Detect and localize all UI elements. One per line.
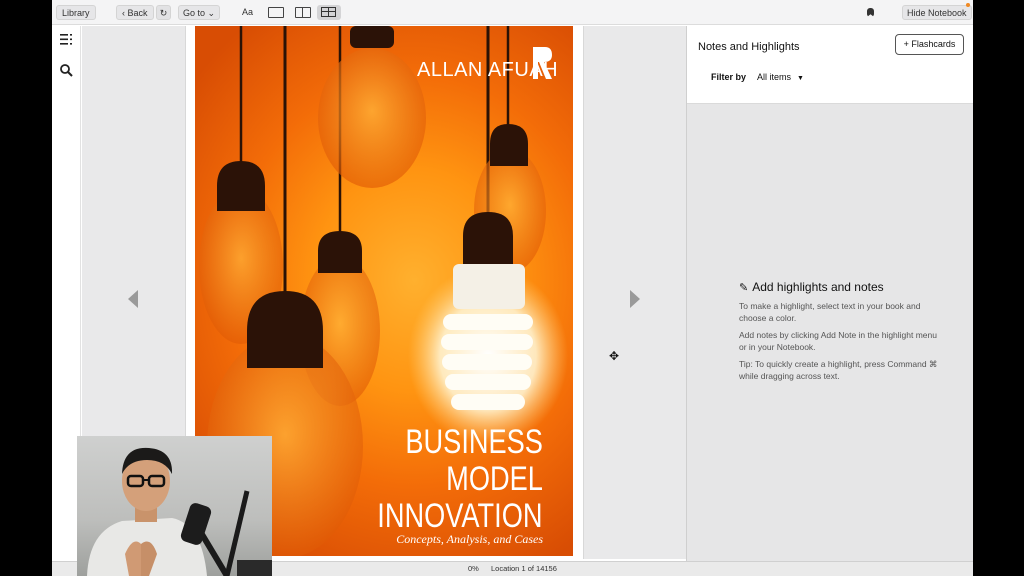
reading-progress: 0% bbox=[468, 564, 479, 573]
pencil-icon: ✎ bbox=[739, 282, 749, 294]
font-settings-button[interactable]: Aa bbox=[242, 5, 253, 20]
filter-dropdown[interactable]: All items ▼ bbox=[757, 72, 804, 82]
notification-dot bbox=[966, 3, 970, 7]
chevron-down-icon: ⌄ bbox=[205, 8, 216, 18]
table-of-contents-icon[interactable] bbox=[60, 34, 73, 47]
location-indicator: Location 1 of 14156 bbox=[491, 564, 557, 573]
bookmark-icon[interactable] bbox=[867, 8, 874, 17]
chevron-down-icon: ▼ bbox=[797, 75, 804, 82]
notebook-title: Notes and Highlights bbox=[698, 41, 800, 53]
previous-page-icon[interactable] bbox=[128, 290, 138, 308]
presenter-video bbox=[87, 447, 272, 576]
flashcards-button[interactable]: + Flashcards bbox=[895, 34, 964, 55]
sync-icon[interactable]: ↻ bbox=[156, 5, 171, 20]
search-icon[interactable] bbox=[60, 64, 73, 79]
goto-label: Go to bbox=[183, 8, 206, 18]
empty-state-title: Add highlights and notes bbox=[752, 280, 884, 294]
toolbar: Library ‹ Back ↻ Go to ⌄ Aa Hide Noteboo… bbox=[52, 0, 973, 25]
grid-layout-icon bbox=[321, 7, 336, 17]
empty-notes-message: ✎ Add highlights and notes To make a high… bbox=[739, 280, 939, 387]
grid-layout-button[interactable] bbox=[317, 5, 341, 20]
goto-button[interactable]: Go to ⌄ bbox=[178, 5, 221, 20]
two-page-layout-icon[interactable] bbox=[295, 7, 311, 18]
book-title-line: BUSINESS bbox=[405, 423, 543, 461]
empty-state-text: To make a highlight, select text in your… bbox=[739, 301, 921, 323]
filter-value: All items bbox=[757, 72, 792, 82]
back-button[interactable]: ‹ Back bbox=[116, 5, 154, 20]
notebook-panel: Notes and Highlights + Flashcards Filter… bbox=[686, 26, 973, 561]
back-label: Back bbox=[127, 8, 148, 18]
empty-state-heading: ✎ Add highlights and notes bbox=[739, 280, 939, 294]
next-page-icon[interactable] bbox=[630, 290, 640, 308]
publisher-logo bbox=[531, 45, 553, 81]
library-button[interactable]: Library bbox=[56, 5, 96, 20]
book-title-line: INNOVATION bbox=[377, 497, 543, 535]
filter-label: Filter by bbox=[711, 72, 747, 82]
book-subtitle: Concepts, Analysis, and Cases bbox=[396, 532, 543, 546]
move-cursor-icon: ✥ bbox=[609, 349, 620, 363]
empty-state-text: Add notes by clicking Add Note in the hi… bbox=[739, 330, 937, 352]
single-page-layout-icon[interactable] bbox=[268, 7, 284, 18]
empty-state-text: Tip: To quickly create a highlight, pres… bbox=[739, 359, 938, 381]
webcam-overlay bbox=[77, 436, 272, 576]
hide-notebook-button[interactable]: Hide Notebook bbox=[902, 5, 972, 20]
notebook-header: Notes and Highlights + Flashcards Filter… bbox=[687, 26, 973, 104]
book-title-line: MODEL bbox=[446, 460, 543, 498]
